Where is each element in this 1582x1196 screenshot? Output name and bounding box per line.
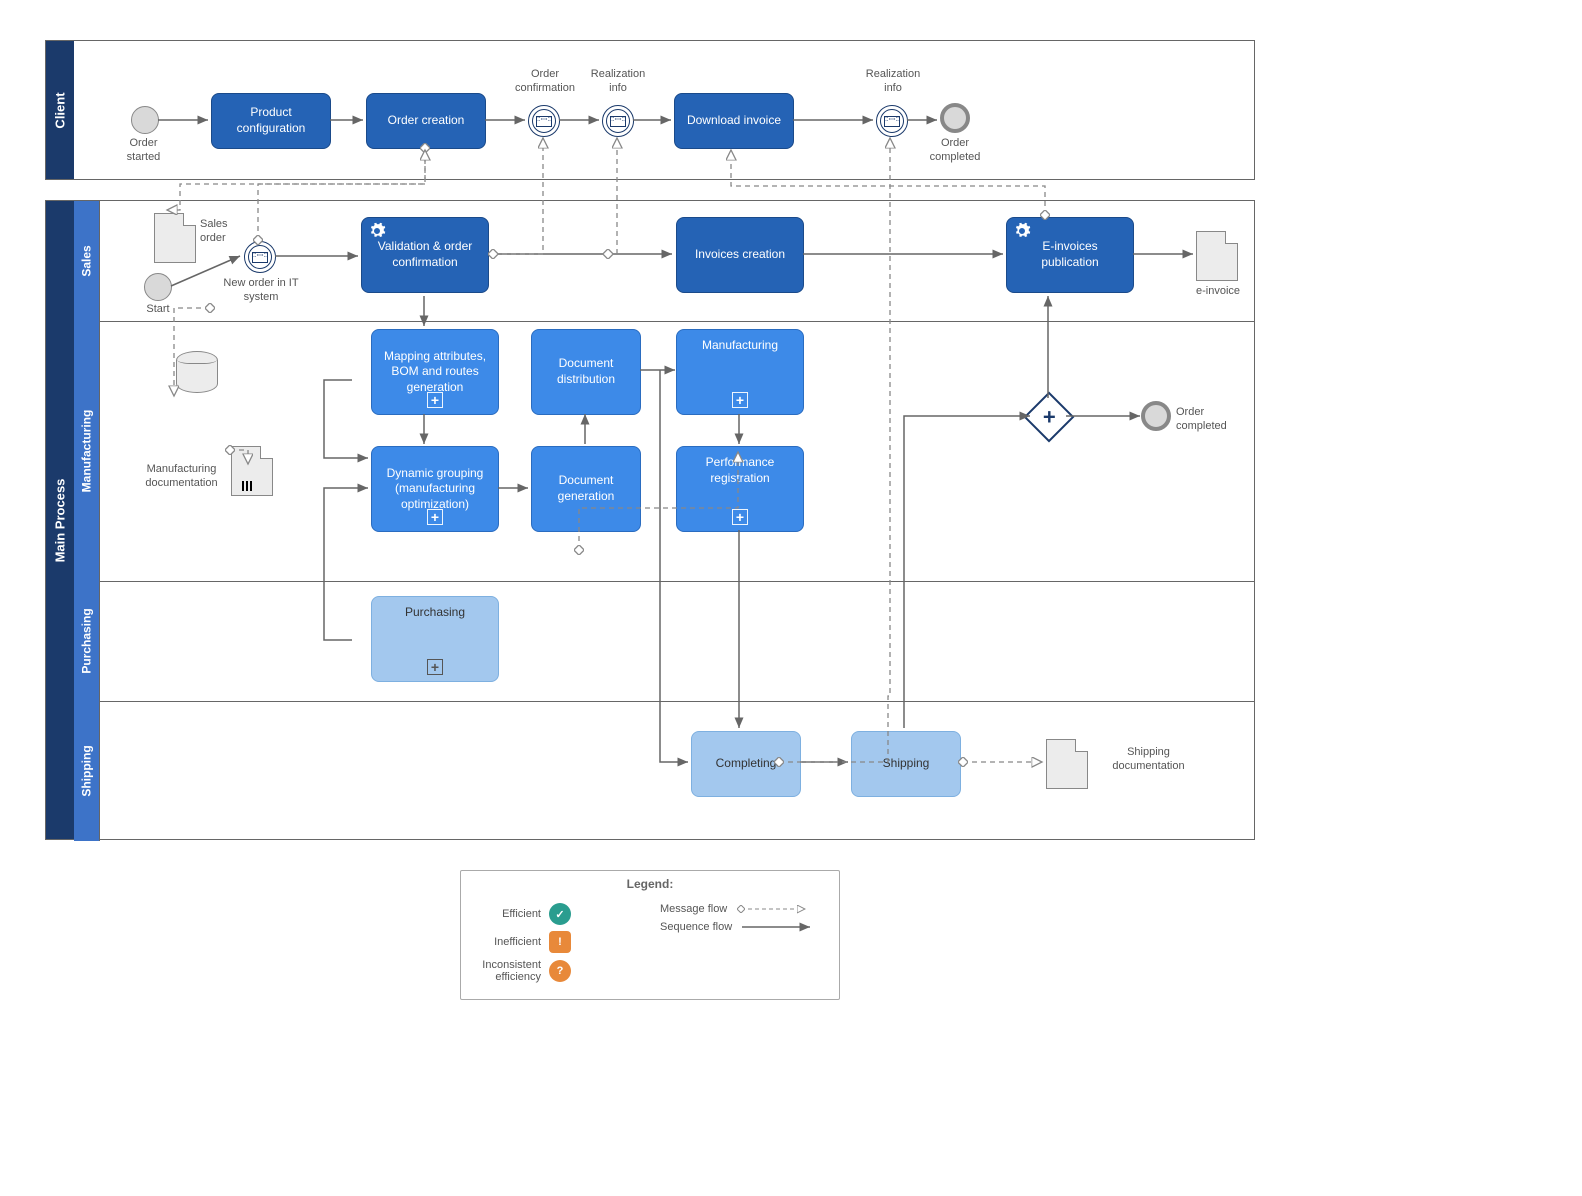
- envelope-icon: [536, 116, 552, 127]
- pool-main-process: Main Process Sales Manufacturing Purchas…: [45, 200, 1255, 840]
- label-realization-info-1: Realization info: [583, 68, 653, 96]
- start-event-sales: [144, 273, 172, 301]
- sequence-flow-icon: [740, 921, 820, 933]
- gateway-parallel: +: [1024, 392, 1075, 443]
- label-order-completed: Order completed: [924, 137, 986, 165]
- task-product-configuration: Product configuration: [211, 93, 331, 149]
- task-manufacturing: Manufacturing+: [676, 329, 804, 415]
- label-ship-doc: Shipping documentation: [1101, 746, 1196, 774]
- legend-title: Legend:: [471, 877, 829, 891]
- label-order-completed-2: Order completed: [1176, 406, 1241, 434]
- event-new-order: [244, 241, 276, 273]
- label-sales-order: Sales order: [200, 218, 240, 246]
- event-order-confirmation: [528, 105, 560, 137]
- lane-header-purchasing: Purchasing: [74, 581, 100, 701]
- pool-header-main: Main Process: [46, 201, 74, 839]
- lane-header-shipping: Shipping: [74, 701, 100, 841]
- task-dynamic-grouping: Dynamic grouping (manufacturing optimiza…: [371, 446, 499, 532]
- legend-efficient: Efficient✓: [471, 903, 640, 925]
- label-order-confirmation: Order confirmation: [506, 68, 584, 96]
- start-event-order-started: [131, 106, 159, 134]
- label-order-started: Order started: [116, 137, 171, 165]
- end-event-mfg: [1141, 401, 1171, 431]
- data-store: [176, 351, 218, 393]
- subprocess-marker-icon: +: [732, 509, 748, 525]
- subprocess-marker-icon: +: [427, 392, 443, 408]
- gear-icon: [1013, 222, 1031, 240]
- legend-inefficient: Inefficient!: [471, 931, 640, 953]
- label-mfg-doc: Manufacturing documentation: [134, 463, 229, 491]
- barcode-icon: [242, 481, 256, 491]
- subprocess-marker-icon: +: [427, 509, 443, 525]
- label-realization-info-2: Realization info: [858, 68, 928, 96]
- task-document-distribution: Document distribution: [531, 329, 641, 415]
- legend-inconsistent: Inconsistent efficiency?: [471, 959, 640, 983]
- label-start: Start: [138, 303, 178, 317]
- subprocess-marker-icon: +: [427, 659, 443, 675]
- task-document-generation: Document generation: [531, 446, 641, 532]
- task-validation: Validation & order confirmation: [361, 217, 489, 293]
- data-object-ship-doc: [1046, 739, 1088, 789]
- task-performance-registration: Performance registration+: [676, 446, 804, 532]
- task-download-invoice: Download invoice: [674, 93, 794, 149]
- task-einvoices-publication: E-invoices publication: [1006, 217, 1134, 293]
- data-object-einvoice: [1196, 231, 1238, 281]
- data-object-sales-order: [154, 213, 196, 263]
- legend-message-flow: Message flow: [660, 903, 829, 915]
- envelope-icon: [610, 116, 626, 127]
- event-realization-info-2: [876, 105, 908, 137]
- gear-icon: [368, 222, 386, 240]
- legend: Legend: Efficient✓ Inefficient! Inconsis…: [460, 870, 840, 1000]
- lane-divider: [100, 581, 1254, 582]
- event-realization-info-1: [602, 105, 634, 137]
- pool-client: Client Order started Product configurati…: [45, 40, 1255, 180]
- task-mapping-attributes: Mapping attributes, BOM and routes gener…: [371, 329, 499, 415]
- task-completing: Completing: [691, 731, 801, 797]
- subprocess-marker-icon: +: [732, 392, 748, 408]
- envelope-icon: [884, 116, 900, 127]
- label-new-order: New order in IT system: [221, 277, 301, 305]
- lane-header-sales: Sales: [74, 201, 100, 321]
- lane-divider: [100, 701, 1254, 702]
- lane-divider: [100, 321, 1254, 322]
- task-order-creation: Order creation: [366, 93, 486, 149]
- question-icon: ?: [549, 960, 571, 982]
- envelope-icon: [252, 252, 268, 263]
- end-event-order-completed: [940, 103, 970, 133]
- task-shipping: Shipping: [851, 731, 961, 797]
- pool-header-client: Client: [46, 41, 74, 179]
- bpmn-canvas: Client Order started Product configurati…: [20, 20, 1270, 1020]
- legend-sequence-flow: Sequence flow: [660, 921, 829, 933]
- label-einvoice: e-invoice: [1188, 285, 1248, 299]
- check-icon: ✓: [549, 903, 571, 925]
- warning-icon: !: [549, 931, 571, 953]
- message-flow-icon: [735, 903, 815, 915]
- lane-header-manufacturing: Manufacturing: [74, 321, 100, 581]
- task-invoices-creation: Invoices creation: [676, 217, 804, 293]
- task-purchasing: Purchasing+: [371, 596, 499, 682]
